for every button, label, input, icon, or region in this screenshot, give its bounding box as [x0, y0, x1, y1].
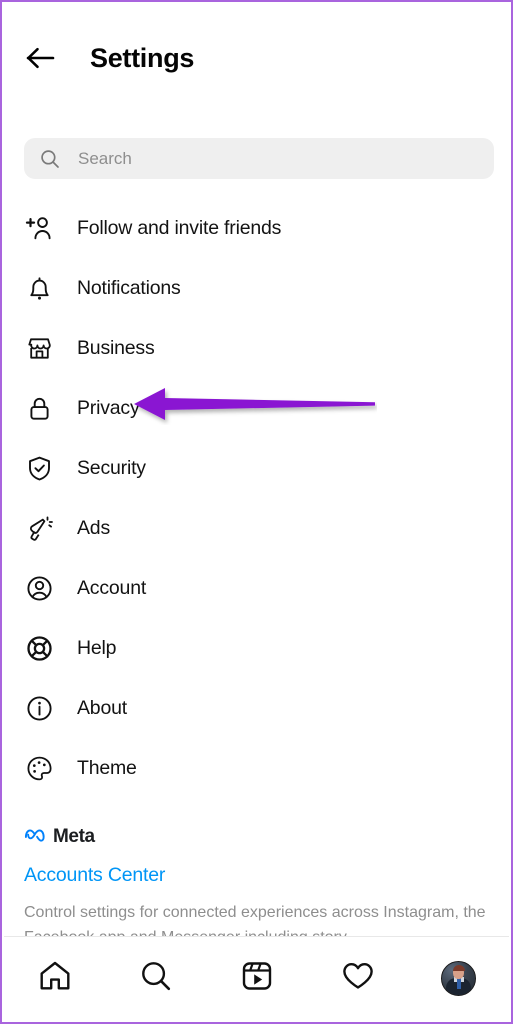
- settings-row-label: Account: [77, 576, 147, 599]
- palette-icon: [24, 753, 54, 783]
- reels-icon: [240, 959, 274, 998]
- settings-row-label: Follow and invite friends: [77, 216, 282, 239]
- nav-item-reels[interactable]: [226, 954, 288, 1004]
- settings-row-business[interactable]: Business: [2, 318, 511, 378]
- settings-row-about[interactable]: About: [2, 678, 511, 738]
- settings-row-label: Privacy: [77, 396, 140, 419]
- search-bar[interactable]: [24, 138, 494, 179]
- settings-list: Follow and invite friends Notifications: [2, 198, 511, 798]
- nav-item-home[interactable]: [24, 954, 86, 1004]
- bell-icon: [24, 273, 54, 303]
- heart-icon: [341, 959, 375, 998]
- search-icon: [40, 149, 60, 169]
- meta-section: Meta Accounts Center Control settings fo…: [24, 824, 504, 950]
- app-header: Settings: [2, 2, 511, 114]
- settings-row-label: Theme: [77, 756, 137, 779]
- search-input[interactable]: [76, 147, 460, 170]
- user-circle-icon: [24, 573, 54, 603]
- settings-row-label: Ads: [77, 516, 111, 539]
- info-circle-icon: [24, 693, 54, 723]
- home-icon: [38, 959, 72, 998]
- settings-row-label: About: [77, 696, 127, 719]
- profile-avatar: [441, 961, 476, 996]
- search-icon: [139, 959, 173, 998]
- settings-row-label: Help: [77, 636, 117, 659]
- nav-item-search[interactable]: [125, 954, 187, 1004]
- settings-row-ads[interactable]: Ads: [2, 498, 511, 558]
- arrow-left-icon: [26, 47, 55, 69]
- settings-row-label: Notifications: [77, 276, 181, 299]
- bottom-navigation-bar: [4, 936, 509, 1020]
- storefront-icon: [24, 333, 54, 363]
- settings-row-label: Business: [77, 336, 155, 359]
- accounts-center-link[interactable]: Accounts Center: [24, 864, 504, 887]
- shield-check-icon: [24, 453, 54, 483]
- settings-row-privacy[interactable]: Privacy: [2, 378, 511, 438]
- back-button[interactable]: [14, 31, 68, 85]
- page-title: Settings: [90, 42, 195, 73]
- meta-infinity-icon: [24, 827, 46, 848]
- settings-row-help[interactable]: Help: [2, 618, 511, 678]
- settings-row-follow-and-invite-friends[interactable]: Follow and invite friends: [2, 198, 511, 258]
- settings-row-account[interactable]: Account: [2, 558, 511, 618]
- megaphone-icon: [24, 513, 54, 543]
- settings-row-security[interactable]: Security: [2, 438, 511, 498]
- nav-item-profile[interactable]: [428, 954, 490, 1004]
- meta-brand-row: Meta: [24, 824, 504, 850]
- nav-item-activity[interactable]: [327, 954, 389, 1004]
- settings-row-theme[interactable]: Theme: [2, 738, 511, 798]
- lifebuoy-icon: [24, 633, 54, 663]
- meta-brand-label: Meta: [53, 826, 95, 847]
- settings-row-label: Security: [77, 456, 146, 479]
- settings-row-notifications[interactable]: Notifications: [2, 258, 511, 318]
- person-add-icon: [24, 213, 54, 243]
- app-window: Settings Follow and invite friends: [0, 0, 513, 1024]
- lock-icon: [24, 393, 54, 423]
